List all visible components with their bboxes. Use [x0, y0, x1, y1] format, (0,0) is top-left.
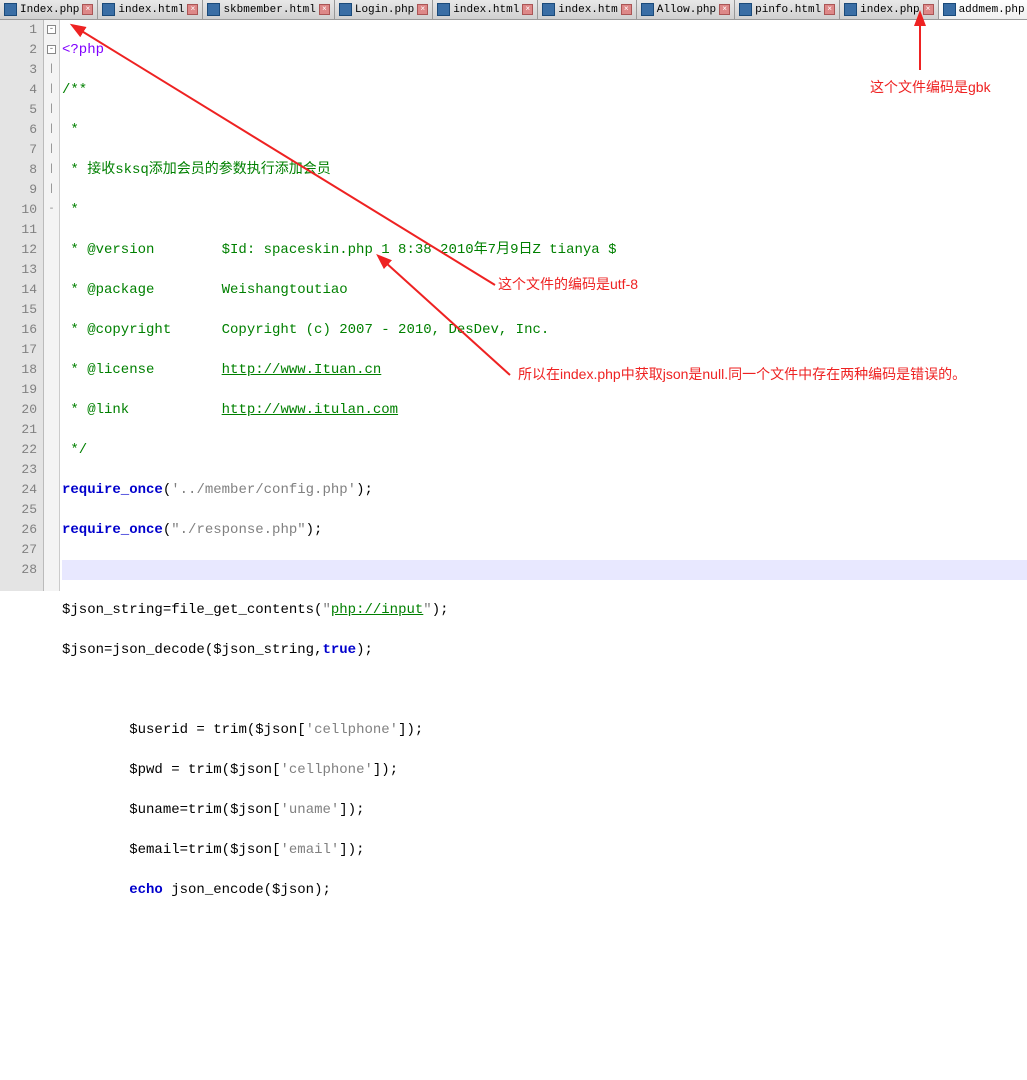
- close-icon[interactable]: ×: [82, 4, 93, 15]
- tab-index-html-2[interactable]: index.html×: [433, 0, 538, 19]
- code-text: $uname: [129, 802, 179, 818]
- file-icon: [542, 3, 555, 16]
- link-text[interactable]: http://www.itulan.com: [222, 402, 398, 418]
- close-icon[interactable]: ×: [719, 4, 730, 15]
- fold-column: - - ||||||| -: [44, 20, 60, 591]
- code-text: * @package Weishangtoutiao: [62, 282, 348, 298]
- close-icon[interactable]: ×: [522, 4, 533, 15]
- close-icon[interactable]: ×: [319, 4, 330, 15]
- tab-index-htm[interactable]: index.htm×: [538, 0, 636, 19]
- code-text: * @version $Id: spaceskin.php 1 8:38 201…: [62, 242, 616, 258]
- close-icon[interactable]: ×: [824, 4, 835, 15]
- tab-index-html[interactable]: index.html×: [98, 0, 203, 19]
- tab-allow-php[interactable]: Allow.php×: [637, 0, 735, 19]
- code-text: require_once: [62, 482, 163, 498]
- code-text: *: [62, 202, 79, 218]
- code-text: * @license: [62, 362, 222, 378]
- code-text: <?php: [62, 42, 104, 58]
- tab-index-php-2[interactable]: index.php×: [840, 0, 938, 19]
- line-number-gutter: 1234567891011121314151617181920212223242…: [0, 20, 44, 591]
- code-text: $userid: [129, 722, 188, 738]
- code-text: require_once: [62, 522, 163, 538]
- tab-bar: Index.php× index.html× skbmember.html× L…: [0, 0, 1027, 20]
- fold-minus-icon[interactable]: -: [47, 25, 56, 34]
- code-text: *: [62, 122, 79, 138]
- tab-addmem-php[interactable]: addmem.php×: [939, 0, 1027, 19]
- link-text[interactable]: http://www.Ituan.cn: [222, 362, 382, 378]
- close-icon[interactable]: ×: [187, 4, 198, 15]
- code-text: * @link: [62, 402, 222, 418]
- code-text: echo: [129, 882, 163, 898]
- code-text: $json: [62, 642, 104, 658]
- code-text: $email: [129, 842, 179, 858]
- code-text: * @copyright Copyright (c) 2007 - 2010, …: [62, 322, 549, 338]
- fold-minus-icon[interactable]: -: [47, 45, 56, 54]
- file-icon: [641, 3, 654, 16]
- code-text: * 接收sksq添加会员的参数执行添加会员: [62, 162, 331, 178]
- highlighted-line: [62, 560, 1027, 580]
- link-text[interactable]: php://input: [331, 602, 423, 618]
- code-text: $pwd: [129, 762, 163, 778]
- file-icon: [437, 3, 450, 16]
- file-icon: [943, 3, 956, 16]
- file-icon: [339, 3, 352, 16]
- close-icon[interactable]: ×: [621, 4, 632, 15]
- code-text: */: [62, 442, 87, 458]
- file-icon: [207, 3, 220, 16]
- file-icon: [102, 3, 115, 16]
- tab-login-php[interactable]: Login.php×: [335, 0, 433, 19]
- tab-skbmember[interactable]: skbmember.html×: [203, 0, 334, 19]
- tab-index-php[interactable]: Index.php×: [0, 0, 98, 19]
- close-icon[interactable]: ×: [923, 4, 934, 15]
- code-text: $json_string: [62, 602, 163, 618]
- file-icon: [739, 3, 752, 16]
- file-icon: [844, 3, 857, 16]
- file-icon: [4, 3, 17, 16]
- code-content[interactable]: <?php /** * * 接收sksq添加会员的参数执行添加会员 * * @v…: [60, 20, 1027, 591]
- editor[interactable]: 1234567891011121314151617181920212223242…: [0, 20, 1027, 591]
- code-text: /**: [62, 82, 87, 98]
- tab-pinfo-html[interactable]: pinfo.html×: [735, 0, 840, 19]
- close-icon[interactable]: ×: [417, 4, 428, 15]
